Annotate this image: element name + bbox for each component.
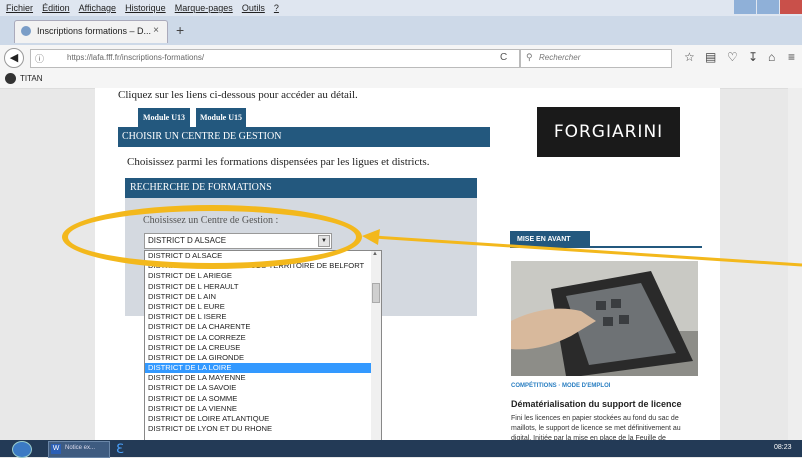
dropdown-option[interactable]: DISTRICT DE L HERAULT — [145, 282, 381, 292]
menu-affichage[interactable]: Affichage — [79, 0, 116, 16]
menu-marque-pages[interactable]: Marque-pages — [175, 0, 233, 16]
tab-title: Inscriptions formations – D... — [37, 26, 152, 36]
pocket-icon[interactable]: ♡ — [727, 50, 738, 64]
dropdown-scrollbar[interactable] — [371, 251, 381, 455]
back-button[interactable]: ◀ — [4, 48, 24, 68]
bookmarks-bar: TITAN — [0, 70, 802, 89]
site-info-icon[interactable]: ⓘ — [35, 52, 44, 65]
dropdown-option[interactable]: DISTRICT DE L ISERE — [145, 312, 381, 322]
new-tab-button[interactable]: + — [176, 22, 184, 38]
intro-text: Cliquez sur les liens ci-dessous pour ac… — [118, 89, 358, 101]
article-image[interactable] — [511, 261, 698, 376]
dropdown-option[interactable]: DISTRICT DE LOIRE ATLANTIQUE — [145, 414, 381, 424]
search-icon: ⚲ — [526, 52, 533, 62]
home-icon[interactable]: ⌂ — [768, 50, 775, 64]
menu-outils[interactable]: Outils — [242, 0, 265, 16]
favicon-icon — [21, 26, 31, 36]
dropdown-option[interactable]: DISTRICT DE LA SAVOIE — [145, 383, 381, 393]
browser-tab[interactable]: Inscriptions formations – D... × — [14, 20, 168, 43]
url-text: https://lafa.fff.fr/inscriptions-formati… — [67, 53, 205, 62]
tab-module-u15[interactable]: Module U15 — [196, 108, 246, 127]
taskbar-word[interactable]: W Notice ex... — [48, 441, 110, 458]
system-clock: 08:23 — [774, 444, 792, 451]
dropdown-option[interactable]: DISTRICT DE LA GIRONDE — [145, 353, 381, 363]
article-category[interactable]: COMPÉTITIONS · MODE D'EMPLOI — [511, 383, 610, 389]
annotation-arrow — [362, 229, 802, 267]
dropdown-option[interactable]: DISTRICT DE LA MAYENNE — [145, 373, 381, 383]
select-dropdown-list[interactable]: DISTRICT D ALSACE DISTRICT DE FOOTBALL DO… — [144, 250, 382, 456]
menu-historique[interactable]: Historique — [125, 0, 166, 16]
menu-fichier[interactable]: Fichier — [6, 0, 33, 16]
bookmark-titan[interactable]: TITAN — [20, 74, 43, 83]
article-title[interactable]: Dématérialisation du support de licence — [511, 399, 682, 409]
minimize-button[interactable] — [734, 0, 756, 14]
menu-help[interactable]: ? — [274, 0, 279, 16]
titan-bookmark-icon — [5, 73, 16, 84]
dropdown-option[interactable]: DISTRICT DE LA CORREZE — [145, 333, 381, 343]
window-controls — [733, 0, 802, 16]
dropdown-scroll-thumb[interactable] — [372, 283, 380, 303]
word-icon: W — [51, 444, 61, 454]
internet-explorer-icon[interactable]: ℇ — [116, 441, 146, 456]
menu-icon[interactable]: ≡ — [788, 50, 795, 64]
dropdown-option[interactable]: DISTRICT DE L ARIEGE — [145, 271, 381, 281]
forgiarini-logo[interactable]: FORGIARINI — [537, 107, 680, 157]
dropdown-option[interactable]: DISTRICT DE L EURE — [145, 302, 381, 312]
search-header: RECHERCHE DE FORMATIONS — [125, 178, 477, 198]
dropdown-option[interactable]: DISTRICT DE LA LOIRE — [145, 363, 381, 374]
start-button[interactable] — [12, 441, 32, 458]
reload-icon[interactable]: C — [500, 52, 507, 63]
tab-module-u13[interactable]: Module U13 — [138, 108, 190, 127]
choose-text: Choisissez parmi les formations dispensé… — [127, 156, 430, 168]
dropdown-option[interactable]: DISTRICT DE LYON ET DU RHONE — [145, 424, 381, 434]
search-placeholder: Rechercher — [539, 53, 581, 62]
dropdown-option[interactable]: DISTRICT DE LA CREUSE — [145, 343, 381, 353]
star-icon[interactable]: ☆ — [684, 50, 695, 64]
address-bar[interactable]: ⓘ https://lafa.fff.fr/inscriptions-forma… — [30, 49, 520, 68]
dropdown-option[interactable]: DISTRICT DE LA SOMME — [145, 394, 381, 404]
reading-list-icon[interactable]: ▤ — [705, 50, 716, 64]
download-icon[interactable]: ↧ — [748, 50, 758, 64]
search-input[interactable]: ⚲ Rechercher — [520, 49, 672, 68]
menu-bar: Fichier Édition Affichage Historique Mar… — [0, 0, 802, 16]
dropdown-option[interactable]: DISTRICT DE L AIN — [145, 292, 381, 302]
maximize-button[interactable] — [757, 0, 779, 14]
center-header: CHOISIR UN CENTRE DE GESTION — [118, 127, 490, 147]
annotation-circle — [62, 205, 362, 269]
dropdown-option[interactable]: DISTRICT DE LA VIENNE — [145, 404, 381, 414]
menu-edition[interactable]: Édition — [42, 0, 70, 16]
close-tab-icon[interactable]: × — [153, 25, 159, 36]
dropdown-option[interactable]: DISTRICT DE LA CHARENTE — [145, 322, 381, 332]
close-window-button[interactable] — [780, 0, 802, 14]
taskbar-word-label: Notice ex... — [65, 445, 96, 451]
